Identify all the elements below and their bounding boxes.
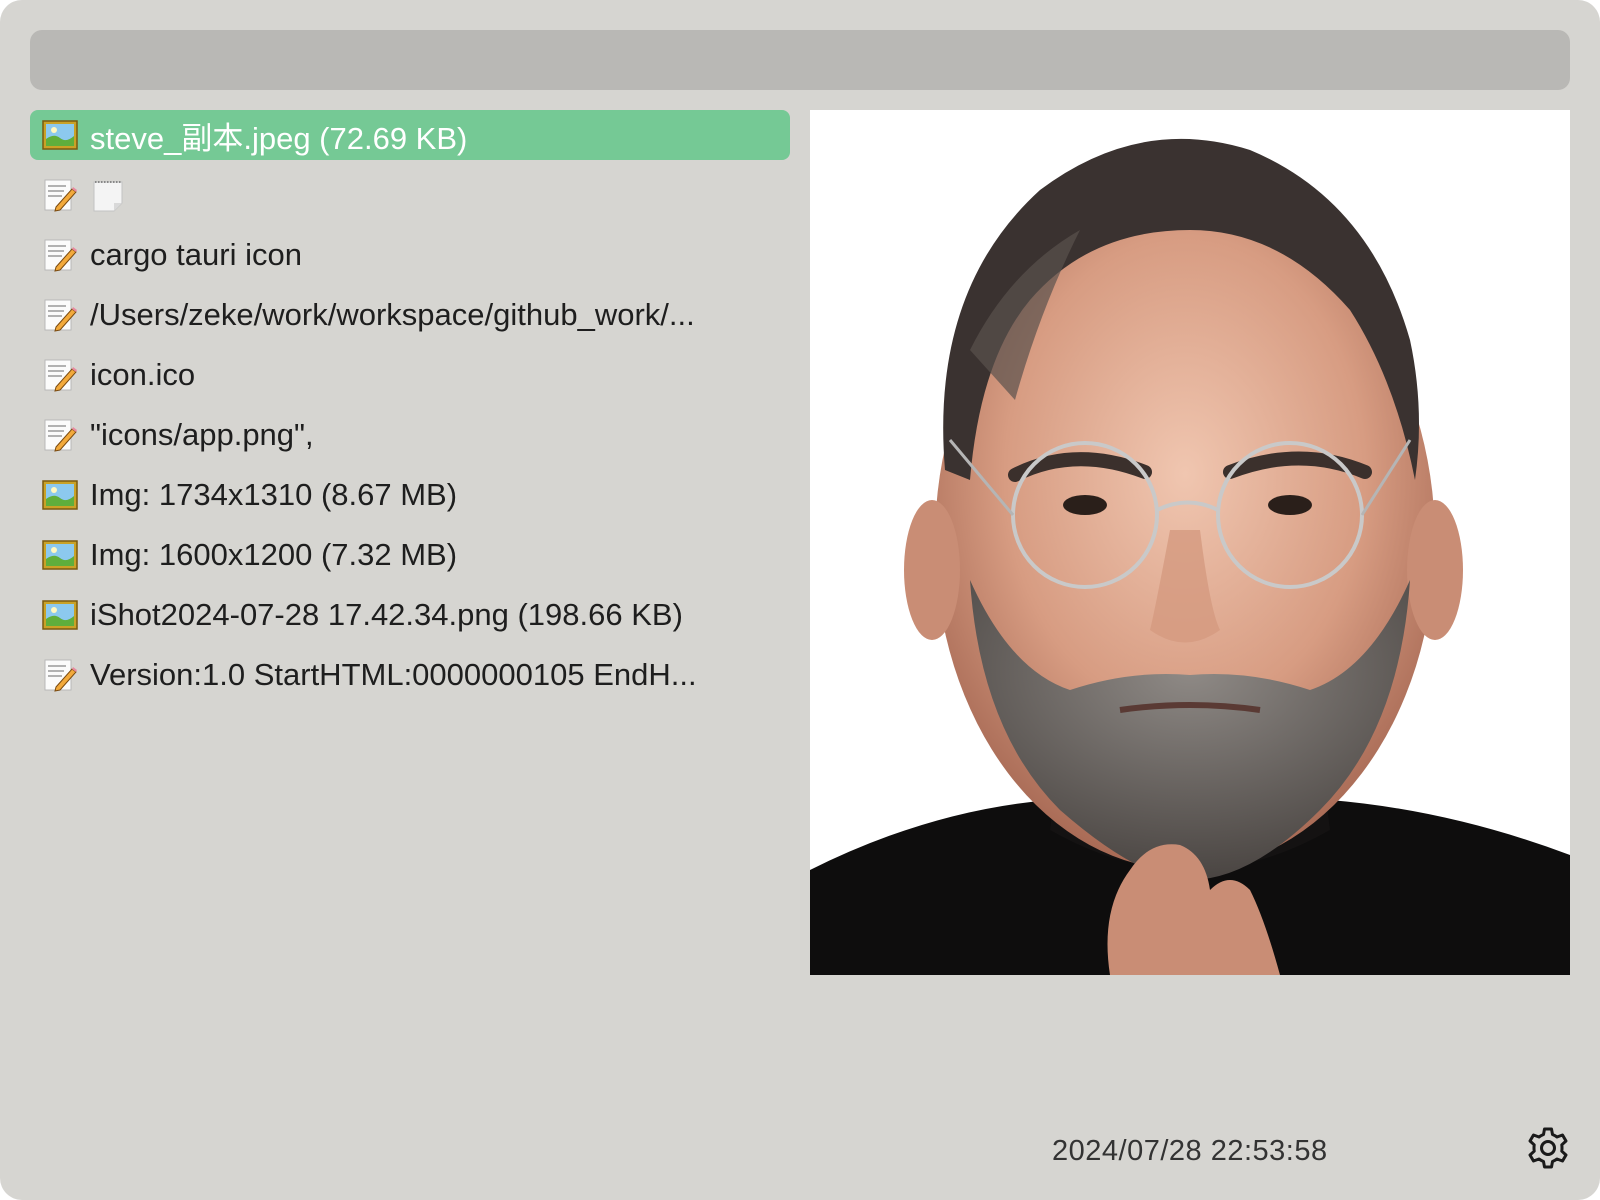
text-note-icon <box>42 297 78 333</box>
list-item[interactable]: steve_副本.jpeg (72.69 KB) <box>30 110 790 160</box>
clipboard-history-list: steve_副本.jpeg (72.69 KB) cargo tauri ico… <box>30 110 790 710</box>
image-preview <box>810 110 1570 975</box>
list-item-label: icon.ico <box>90 357 196 392</box>
clipboard-window: steve_副本.jpeg (72.69 KB) cargo tauri ico… <box>0 0 1600 1200</box>
list-item-label: Img: 1600x1200 (7.32 MB) <box>90 537 458 572</box>
list-item[interactable]: Version:1.0 StartHTML:0000000105 EndH... <box>30 650 790 700</box>
list-item[interactable] <box>30 170 790 220</box>
text-note-icon <box>42 417 78 453</box>
text-note-icon <box>42 357 78 393</box>
list-item[interactable]: iShot2024-07-28 17.42.34.png (198.66 KB) <box>30 590 790 640</box>
text-note-icon <box>42 237 78 273</box>
list-item[interactable]: /Users/zeke/work/workspace/github_work/.… <box>30 290 790 340</box>
list-item[interactable]: "icons/app.png", <box>30 410 790 460</box>
list-item[interactable]: icon.ico <box>30 350 790 400</box>
list-item-label: /Users/zeke/work/workspace/github_work/.… <box>90 297 695 332</box>
image-file-icon <box>42 477 78 513</box>
image-file-icon <box>42 117 78 153</box>
list-item-label: "icons/app.png", <box>90 417 314 452</box>
list-item-label: Version:1.0 StartHTML:0000000105 EndH... <box>90 657 697 692</box>
gear-icon[interactable] <box>1526 1126 1570 1170</box>
copied-timestamp: 2024/07/28 22:53:58 <box>1052 1135 1328 1167</box>
search-input[interactable] <box>30 30 1570 90</box>
list-item[interactable]: Img: 1734x1310 (8.67 MB) <box>30 470 790 520</box>
list-item-label: cargo tauri icon <box>90 237 302 272</box>
list-item[interactable]: cargo tauri icon <box>30 230 790 280</box>
portrait-photo <box>810 110 1570 975</box>
list-item-label: iShot2024-07-28 17.42.34.png (198.66 KB) <box>90 597 683 632</box>
text-note-icon <box>42 657 78 693</box>
image-file-icon <box>42 597 78 633</box>
list-item[interactable]: Img: 1600x1200 (7.32 MB) <box>30 530 790 580</box>
blank-note-icon <box>90 177 126 213</box>
list-item-label: Img: 1734x1310 (8.67 MB) <box>90 477 458 512</box>
text-note-icon <box>42 177 78 213</box>
image-file-icon <box>42 537 78 573</box>
list-item-label: steve_副本.jpeg (72.69 KB) <box>90 120 468 156</box>
